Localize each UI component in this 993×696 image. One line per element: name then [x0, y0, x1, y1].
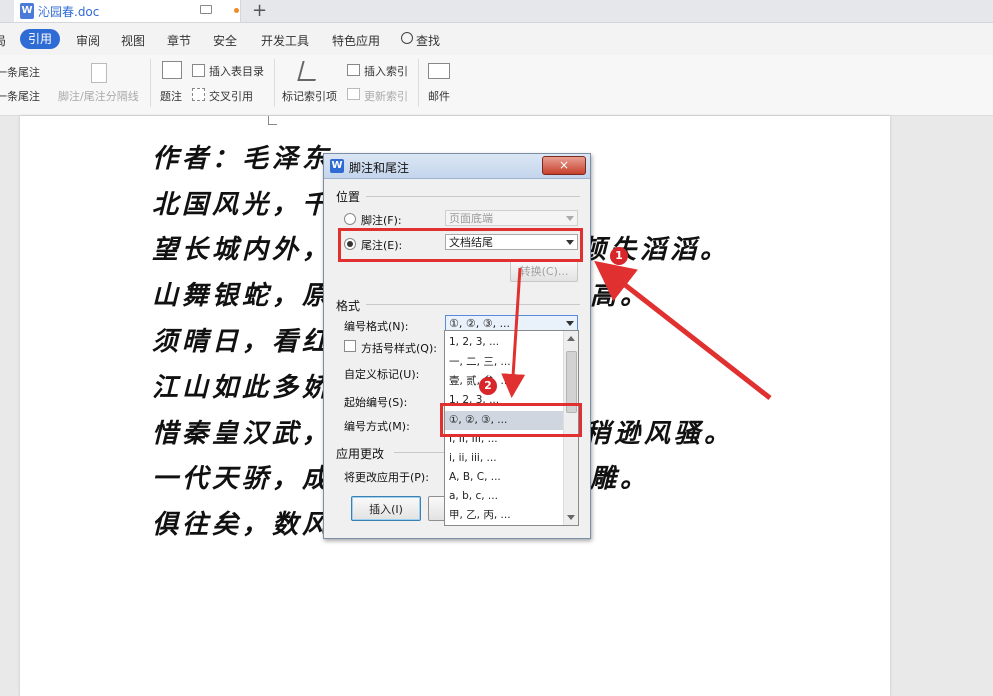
number-format-value: ①, ②, ③, ... — [449, 317, 511, 330]
monitor-icon[interactable] — [200, 5, 212, 14]
scroll-up-icon[interactable] — [567, 336, 575, 341]
position-section-title: 位置 — [336, 190, 361, 204]
document-tab-title: 沁园春.doc — [38, 5, 100, 19]
highlight-box-numbering — [440, 403, 582, 437]
prev-endnote-button[interactable]: 一条尾注 — [0, 64, 40, 80]
menu-item-developer[interactable]: 开发工具 — [261, 32, 309, 49]
dialog-title-bar[interactable]: W 脚注和尾注 × — [324, 154, 590, 179]
next-endnote-button[interactable]: 一条尾注 — [0, 88, 40, 104]
separator-icon — [91, 63, 107, 83]
footnote-label: 脚注(F): — [361, 214, 402, 227]
poem-line-ending: 雕。 — [590, 464, 651, 494]
format-section-title: 格式 — [336, 299, 361, 313]
mark-index-entry-button[interactable]: 标记索引项 — [282, 88, 337, 104]
chevron-down-icon — [566, 321, 574, 326]
scroll-down-icon[interactable] — [567, 515, 575, 520]
dropdown-option[interactable]: 1, 2, 3, ... — [445, 333, 563, 352]
start-number-label: 起始编号(S): — [344, 396, 408, 409]
menu-item-features[interactable]: 特色应用 — [332, 32, 380, 49]
menu-item-chapter[interactable]: 章节 — [167, 32, 191, 49]
ribbon-divider — [418, 59, 419, 107]
new-tab-plus-icon[interactable]: + — [252, 0, 267, 21]
menu-item-review[interactable]: 审阅 — [76, 32, 100, 49]
footnote-position-value: 页面底端 — [449, 212, 493, 225]
insert-index-button[interactable]: 插入索引 — [364, 63, 408, 79]
bracket-style-label: 方括号样式(Q): — [361, 342, 437, 355]
ribbon-divider — [150, 59, 151, 107]
close-button[interactable]: × — [542, 156, 586, 175]
number-format-select[interactable]: ①, ②, ③, ... — [445, 315, 578, 331]
menu-item-security[interactable]: 安全 — [213, 32, 237, 49]
apply-to-label: 将更改应用于(P): — [344, 471, 429, 484]
dropdown-option[interactable]: a, b, c, ... — [445, 487, 563, 506]
search-icon[interactable] — [401, 32, 413, 44]
dropdown-option[interactable]: 一, 二, 三, ... — [445, 353, 563, 372]
update-index-icon — [347, 88, 360, 100]
mail-merge-button[interactable]: 邮件 — [428, 88, 450, 104]
menu-item-layout[interactable]: 局 — [0, 32, 6, 49]
highlight-box-endnote — [338, 228, 583, 262]
section-divider — [366, 304, 580, 305]
dropdown-option[interactable]: A, B, C, ... — [445, 468, 563, 487]
tab-bar: W 沁园春.doc + — [0, 0, 993, 23]
poem-line-ending: 顿失滔滔。 — [580, 235, 731, 265]
insert-button[interactable]: 插入(I) — [351, 496, 421, 521]
poem-line: 作者：毛泽东 — [152, 144, 333, 174]
apply-section-title: 应用更改 — [336, 447, 385, 461]
mark-index-icon — [297, 61, 321, 81]
dropdown-option[interactable]: 壹, 贰, 叁, ... — [445, 372, 563, 391]
number-format-label: 编号格式(N): — [344, 320, 409, 333]
cross-reference-button[interactable]: 交叉引用 — [209, 88, 253, 104]
ribbon-divider — [274, 59, 275, 107]
footnote-radio[interactable] — [344, 213, 356, 225]
insert-index-icon — [347, 64, 360, 76]
caption-button[interactable]: 题注 — [160, 88, 182, 104]
menu-item-view[interactable]: 视图 — [121, 32, 145, 49]
footnote-separator-button[interactable]: 脚注/尾注分隔线 — [58, 88, 139, 104]
chevron-down-icon — [566, 216, 574, 221]
dialog-title: 脚注和尾注 — [349, 161, 410, 175]
caption-icon — [162, 61, 182, 79]
document-tab[interactable]: W 沁园春.doc — [14, 0, 241, 22]
step-badge-2: 2 — [479, 377, 497, 395]
poem-line-ending: 稍逊风骚。 — [584, 419, 735, 449]
update-index-button[interactable]: 更新索引 — [364, 88, 408, 104]
step-badge-1: 1 — [610, 247, 628, 265]
footnote-position-select[interactable]: 页面底端 — [445, 210, 578, 226]
margin-corner-mark — [268, 116, 277, 125]
dropdown-option[interactable]: i, ii, iii, ... — [445, 449, 563, 468]
wps-logo-icon: W — [330, 159, 344, 173]
section-divider — [394, 452, 444, 453]
convert-button[interactable]: 转换(C)... — [510, 260, 578, 282]
numbering-label: 编号方式(M): — [344, 420, 410, 433]
dropdown-option[interactable]: 甲, 乙, 丙, ... — [445, 506, 563, 525]
unsaved-dot-icon — [234, 8, 239, 13]
insert-table-toc-icon — [192, 64, 205, 77]
menu-item-references[interactable]: 引用 — [20, 29, 60, 49]
menu-item-find[interactable]: 查找 — [416, 32, 440, 49]
custom-mark-label: 自定义标记(U): — [344, 368, 420, 381]
poem-line-ending: 高。 — [590, 281, 651, 311]
bracket-style-checkbox[interactable] — [344, 340, 356, 352]
insert-table-toc-button[interactable]: 插入表目录 — [209, 63, 264, 79]
section-divider — [366, 196, 580, 197]
mail-icon — [428, 63, 450, 79]
cross-reference-icon — [192, 88, 205, 101]
menu-bar: 局 引用 审阅 视图 章节 安全 开发工具 特色应用 查找 — [0, 23, 993, 55]
word-doc-icon: W — [20, 3, 34, 19]
ribbon: 一条尾注 一条尾注 脚注/尾注分隔线 题注 插入表目录 交叉引用 标记索引项 插… — [0, 55, 993, 116]
